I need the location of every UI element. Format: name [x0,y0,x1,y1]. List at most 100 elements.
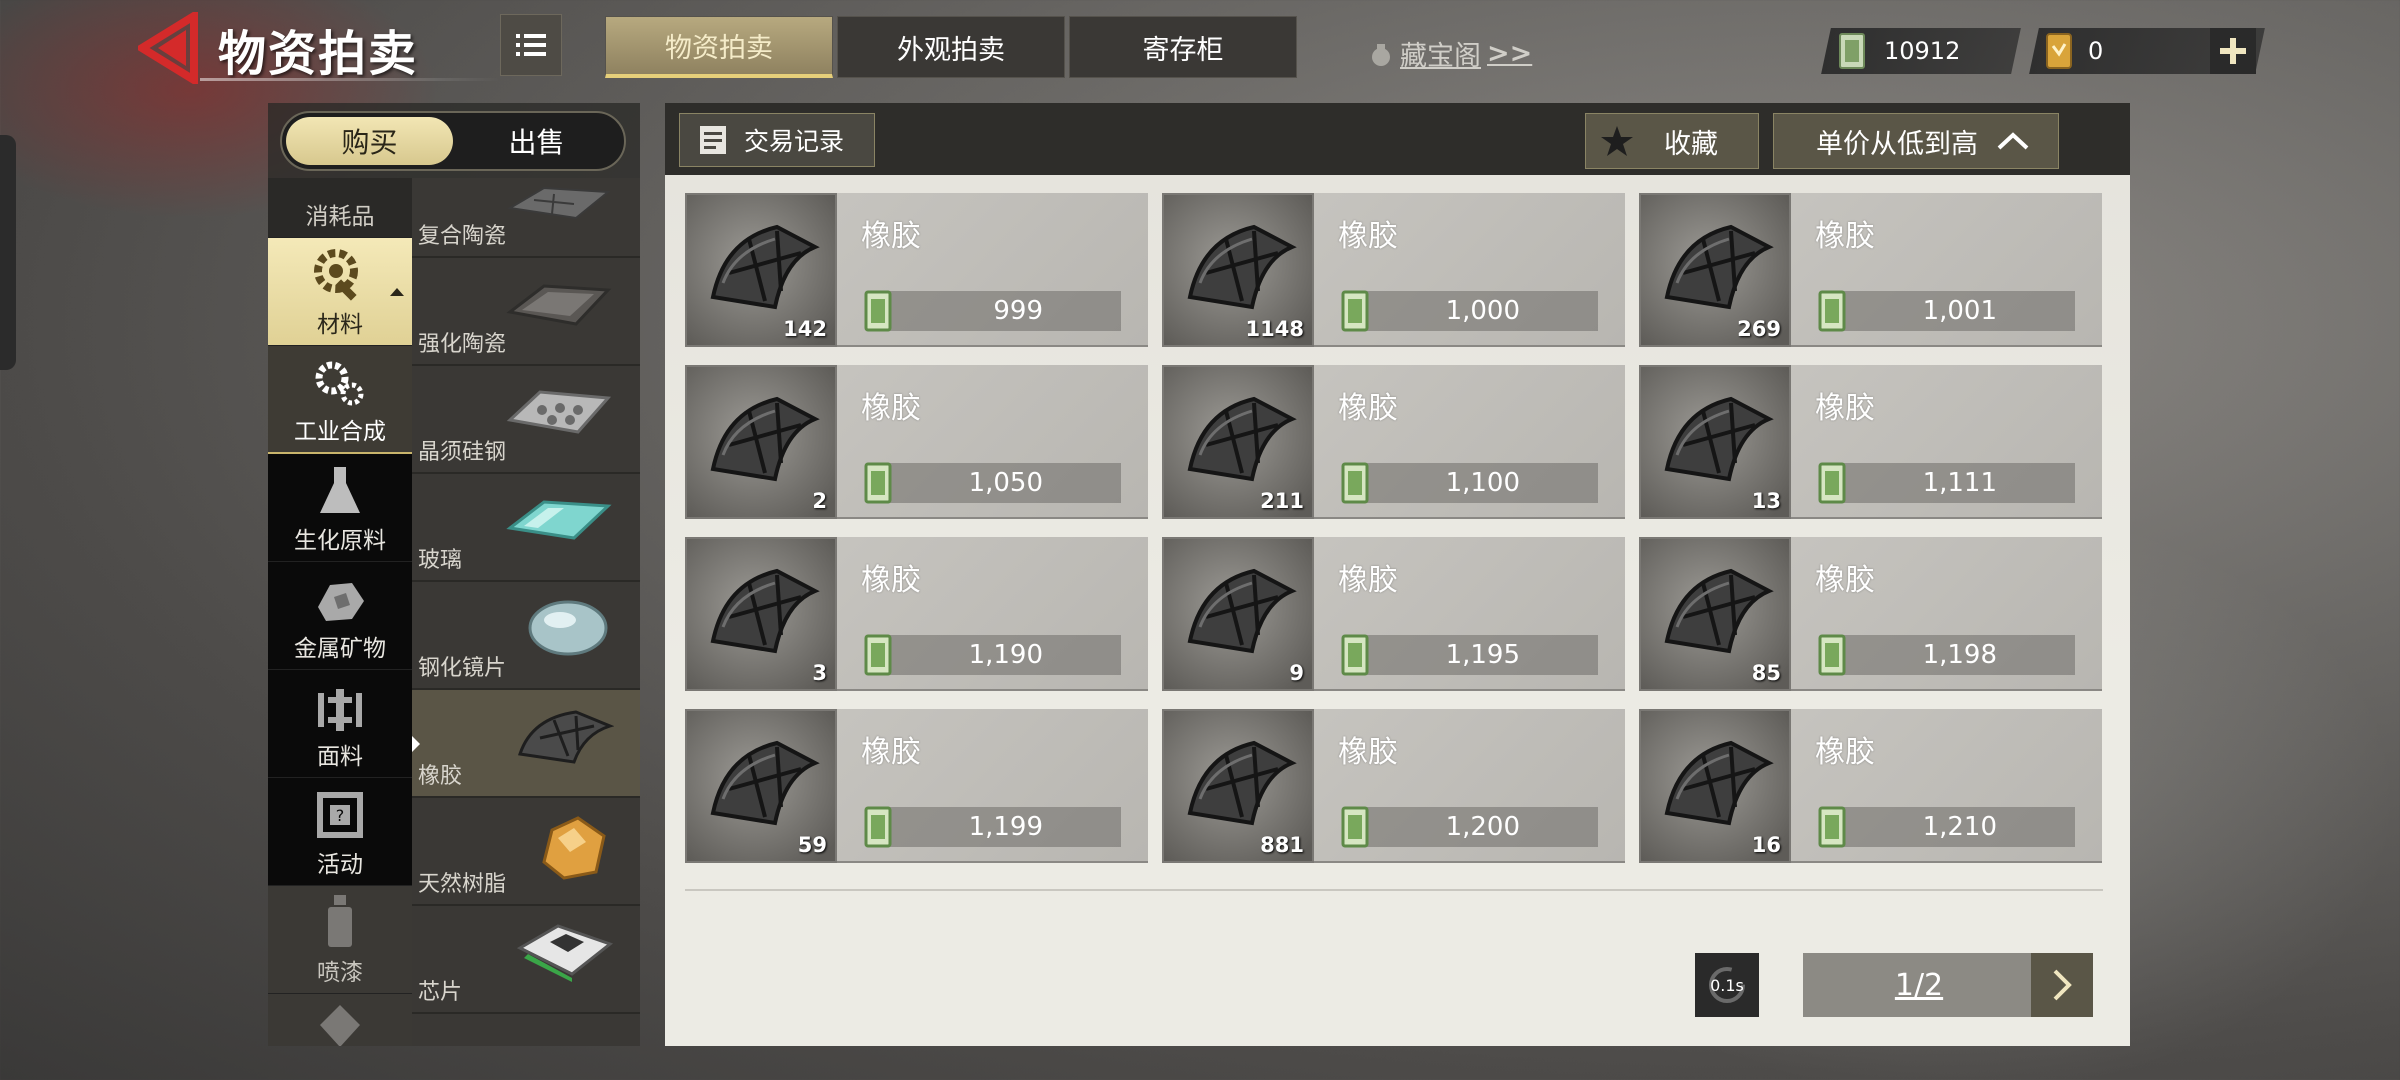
listing-card[interactable]: 9 橡胶 1,195 [1162,537,1625,691]
price-bar: 1,198 [1829,635,2075,675]
listing-card[interactable]: 13 橡胶 1,111 [1639,365,2102,519]
refresh-timer: 0.1s [1710,975,1744,995]
add-currency-button[interactable] [2210,28,2256,74]
category-metal-ore[interactable]: 金属矿物 [268,562,412,670]
refresh-button[interactable]: 0.1s [1695,953,1759,1017]
rubber-icon [710,740,820,826]
listing-card[interactable]: 16 橡胶 1,210 [1639,709,2102,863]
item-price: 1,100 [1445,468,1520,498]
price-cash-icon [863,461,893,509]
treasure-pavilion-link[interactable]: 藏宝阁 >> [1368,34,1532,73]
rubber-icon [710,568,820,654]
item-thumbnail: 16 [1639,709,1791,863]
item-thumbnail: 142 [685,193,837,347]
sell-button[interactable]: 出售 [453,117,620,165]
favorite-button[interactable]: 收藏 [1585,113,1759,169]
category-consumables[interactable]: 消耗品 [268,178,412,238]
item-quantity: 142 [783,317,827,341]
cash-icon [864,462,892,504]
item-price: 999 [993,296,1043,326]
item-name: 橡胶 [861,219,921,254]
category-event[interactable]: ? 活动 [268,778,412,886]
chip-icon [516,924,614,982]
ticket-icon [2046,33,2072,69]
price-cash-icon [863,633,893,681]
list-item-silicon-steel[interactable]: 晶须硅钢 [412,366,640,474]
tab-item-auction[interactable]: 物资拍卖 [605,16,833,78]
list-item-tempered-lens[interactable]: 钢化镜片 [412,582,640,690]
next-page-button[interactable] [2031,953,2093,1017]
item-price: 1,050 [968,468,1043,498]
listing-card[interactable]: 142 橡胶 999 [685,193,1148,347]
item-price: 1,198 [1922,640,1997,670]
list-item-label: 复合陶瓷 [418,224,507,249]
rubber-icon [1664,568,1774,654]
ore-icon [318,583,364,621]
item-price: 1,200 [1445,812,1520,842]
list-item-label: 橡胶 [418,764,463,789]
back-arrow-icon [134,8,198,88]
sort-label: 单价从低到高 [1816,128,1978,160]
trade-record-button[interactable]: 交易记录 [679,113,875,167]
item-thumbnail: 59 [685,709,837,863]
buy-button[interactable]: 购买 [286,117,453,165]
item-name: 橡胶 [1815,219,1875,254]
subcategory-list: 复合陶瓷 强化陶瓷 晶须硅钢 玻璃 钢化镜片 橡胶 天然树脂 芯片 [412,178,640,1046]
listing-toolbar: 交易记录 收藏 单价从低到高 [665,103,2130,175]
list-item-glass[interactable]: 玻璃 [412,474,640,582]
item-name: 橡胶 [1338,563,1398,598]
item-thumbnail: 2 [685,365,837,519]
cash-icon [1341,634,1369,676]
list-item-more[interactable] [412,1014,640,1046]
price-cash-icon [1340,805,1370,853]
category-biochem[interactable]: 生化原料 [268,454,412,562]
list-item-chip[interactable]: 芯片 [412,906,640,1014]
item-thumbnail: 881 [1162,709,1314,863]
list-item-rubber[interactable]: 橡胶 [412,690,640,798]
cash-icon [1818,290,1846,332]
list-item-composite-ceramic[interactable]: 复合陶瓷 [412,178,640,258]
price-bar: 1,195 [1352,635,1598,675]
listing-card[interactable]: 269 橡胶 1,001 [1639,193,2102,347]
price-cash-icon [1817,805,1847,853]
category-spray-paint[interactable]: 喷漆 [268,886,412,994]
item-thumbnail: 9 [1162,537,1314,691]
category-more[interactable] [268,994,412,1046]
tab-storage-locker[interactable]: 寄存柜 [1069,16,1297,78]
item-price: 1,190 [968,640,1043,670]
title-underline [200,78,500,81]
listing-card[interactable]: 2 橡胶 1,050 [685,365,1148,519]
price-cash-icon [1817,289,1847,337]
category-fabric[interactable]: 面料 [268,670,412,778]
cash-icon [1341,462,1369,504]
back-button[interactable] [134,8,208,88]
listing-card[interactable]: 211 橡胶 1,100 [1162,365,1625,519]
listing-card[interactable]: 59 橡胶 1,199 [685,709,1148,863]
price-bar: 1,050 [875,463,1121,503]
listing-card[interactable]: 881 橡胶 1,200 [1162,709,1625,863]
item-name: 橡胶 [861,735,921,770]
item-quantity: 881 [1260,833,1304,857]
listing-card[interactable]: 85 橡胶 1,198 [1639,537,2102,691]
sort-button[interactable]: 单价从低到高 [1773,113,2059,169]
category-materials[interactable]: 材料 [268,238,412,346]
item-thumbnail: 13 [1639,365,1791,519]
list-item-natural-resin[interactable]: 天然树脂 [412,798,640,906]
list-item-label: 强化陶瓷 [418,332,507,357]
category-industrial-synthesis[interactable]: 工业合成 [268,346,412,454]
treasure-link-label: 藏宝阁 [1400,41,1481,72]
category-list: 消耗品 材料 工业合成 生化原料 金属矿物 面料 ? 活动 喷漆 [268,178,412,1046]
list-item-reinforced-ceramic[interactable]: 强化陶瓷 [412,258,640,366]
price-bar: 1,190 [875,635,1121,675]
listing-card[interactable]: 1148 橡胶 1,000 [1162,193,1625,347]
item-thumbnail: 85 [1639,537,1791,691]
wrench-gear-icon [314,249,358,301]
item-name: 橡胶 [1338,735,1398,770]
cash-icon [1818,462,1846,504]
item-price: 1,210 [1922,812,1997,842]
item-price: 1,199 [968,812,1043,842]
side-handle[interactable] [0,135,16,370]
tab-appearance-auction[interactable]: 外观拍卖 [837,16,1065,78]
listing-card[interactable]: 3 橡胶 1,190 [685,537,1148,691]
menu-button[interactable] [500,14,562,76]
